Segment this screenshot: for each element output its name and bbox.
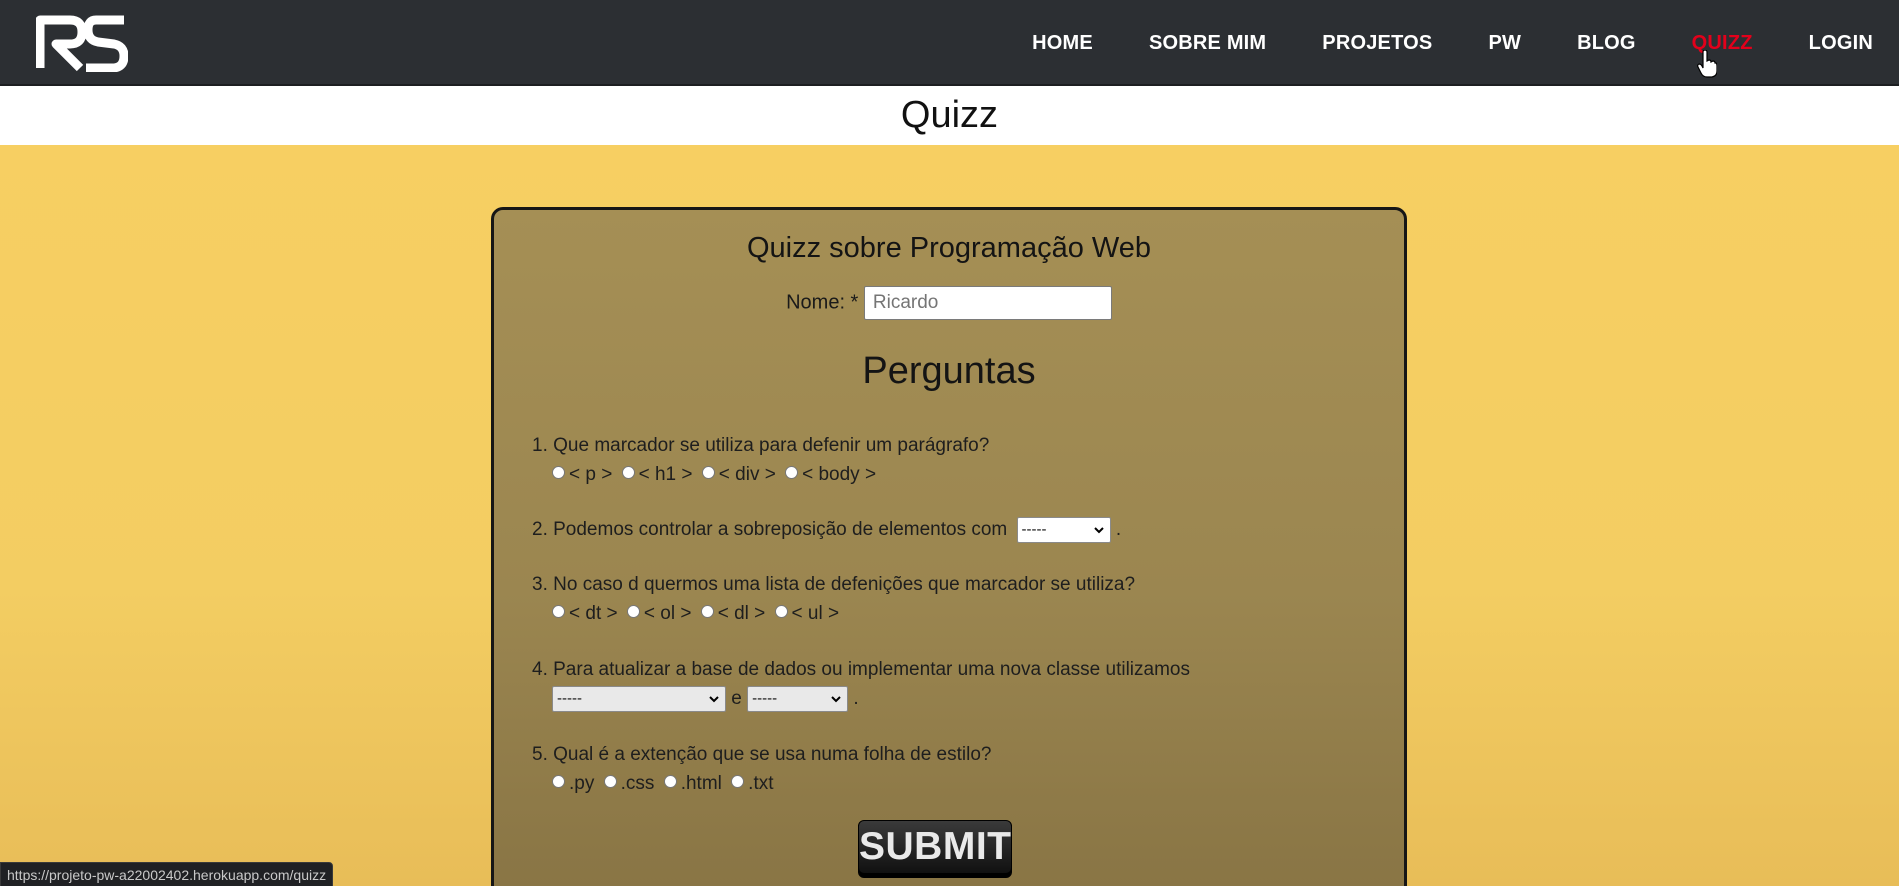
q2-suffix: . [1115, 519, 1122, 541]
question-3-options: < dt > < ol > < dl > < ul > [532, 601, 1135, 627]
nav-home[interactable]: HOME [1032, 32, 1093, 55]
name-input[interactable] [863, 286, 1112, 320]
q5-option-1-radio[interactable] [552, 775, 565, 789]
question-3-text: 3. No caso d quermos uma lista de defeni… [532, 574, 1136, 595]
nav-sobre-mim[interactable]: SOBRE MIM [1149, 32, 1266, 55]
q1-option-4-radio[interactable] [785, 466, 799, 480]
question-2-label: 2. Podemos controlar a sobreposição de e… [532, 519, 1008, 541]
q3-option-1-label: < dt > [569, 603, 618, 624]
question-3: 3. No caso d quermos uma lista de defeni… [532, 572, 1135, 627]
q5-option-3-label: .html [680, 773, 722, 794]
q1-option-1-radio[interactable] [552, 466, 565, 480]
name-label: Nome: * [786, 291, 859, 314]
q5-option-1-label: .py [569, 773, 595, 794]
top-navbar: HOME SOBRE MIM PROJETOS PW BLOG QUIZZ LO… [0, 0, 1899, 86]
nav-pw[interactable]: PW [1488, 32, 1521, 55]
q4-select-1[interactable]: ----- [552, 686, 726, 712]
q2-select[interactable]: ----- [1016, 517, 1111, 543]
q3-option-4-radio[interactable] [774, 605, 788, 619]
q3-option-2-radio[interactable] [626, 605, 640, 619]
question-4-selects: ----- e ----- . [532, 686, 1190, 712]
quiz-title: Quizz sobre Programação Web [746, 232, 1152, 264]
nav-projetos[interactable]: PROJETOS [1322, 32, 1432, 55]
q4-select-1-value: ----- [557, 690, 582, 707]
page-title: Quizz [900, 94, 999, 136]
q4-select-2-value: ----- [752, 690, 778, 707]
q1-option-3-radio[interactable] [701, 466, 715, 480]
nav-blog[interactable]: BLOG [1577, 32, 1636, 55]
q3-option-3-label: < dl > [717, 603, 766, 624]
hand-pointer-cursor-icon [1697, 50, 1717, 78]
q1-option-4-label: < body > [802, 464, 877, 485]
quiz-card: Quizz sobre Programação Web Nome: * Perg… [491, 207, 1407, 886]
question-1: 1. Que marcador se utiliza para defenir … [532, 433, 989, 488]
q5-option-4-radio[interactable] [731, 775, 745, 789]
q4-connector: e [731, 688, 742, 710]
chevron-down-icon [709, 696, 719, 703]
q1-option-3-label: < div > [718, 464, 776, 485]
q3-option-2-label: < ol > [643, 603, 692, 624]
question-4-text: 4. Para atualizar a base de dados ou imp… [532, 659, 1190, 680]
q5-option-3-radio[interactable] [663, 775, 677, 789]
submit-button[interactable]: SUBMIT [858, 820, 1012, 878]
q3-option-1-radio[interactable] [552, 605, 565, 619]
question-4: 4. Para atualizar a base de dados ou imp… [532, 657, 1190, 712]
question-2: 2. Podemos controlar a sobreposição de e… [532, 517, 1121, 543]
question-5-options: .py .css .html .txt [532, 771, 991, 797]
title-strip: Quizz [0, 86, 1899, 145]
q1-option-1-label: < p > [569, 464, 613, 485]
questions-heading: Perguntas [862, 350, 1036, 392]
q4-suffix: . [853, 688, 859, 710]
question-2-text: 2. Podemos controlar a sobreposição de e… [532, 517, 1121, 543]
question-1-text: 1. Que marcador se utiliza para defenir … [532, 435, 990, 456]
q2-select-value: ----- [1021, 521, 1047, 538]
question-5: 5. Qual é a extenção que se usa numa fol… [532, 742, 991, 797]
chevron-down-icon [1093, 527, 1104, 534]
status-bar-url: https://projeto-pw-a22002402.herokuapp.c… [0, 862, 334, 886]
question-5-text: 5. Qual é a extenção que se usa numa fol… [532, 744, 992, 765]
question-1-options: < p > < h1 > < div > < body > [532, 462, 989, 488]
q1-option-2-label: < h1 > [638, 464, 693, 485]
q5-option-2-radio[interactable] [603, 775, 617, 789]
name-row: Nome: * [494, 286, 1404, 320]
nav-login[interactable]: LOGIN [1809, 32, 1873, 55]
q5-option-4-label: .txt [748, 773, 774, 794]
chevron-down-icon [831, 696, 841, 703]
rs-logo[interactable] [36, 14, 128, 72]
q1-option-2-radio[interactable] [621, 466, 635, 480]
q5-option-2-label: .css [620, 773, 655, 794]
nav-menu: HOME SOBRE MIM PROJETOS PW BLOG QUIZZ LO… [976, 0, 1873, 86]
q4-select-2[interactable]: ----- [747, 686, 849, 712]
q3-option-4-label: < ul > [791, 603, 840, 624]
q3-option-3-radio[interactable] [700, 605, 714, 619]
